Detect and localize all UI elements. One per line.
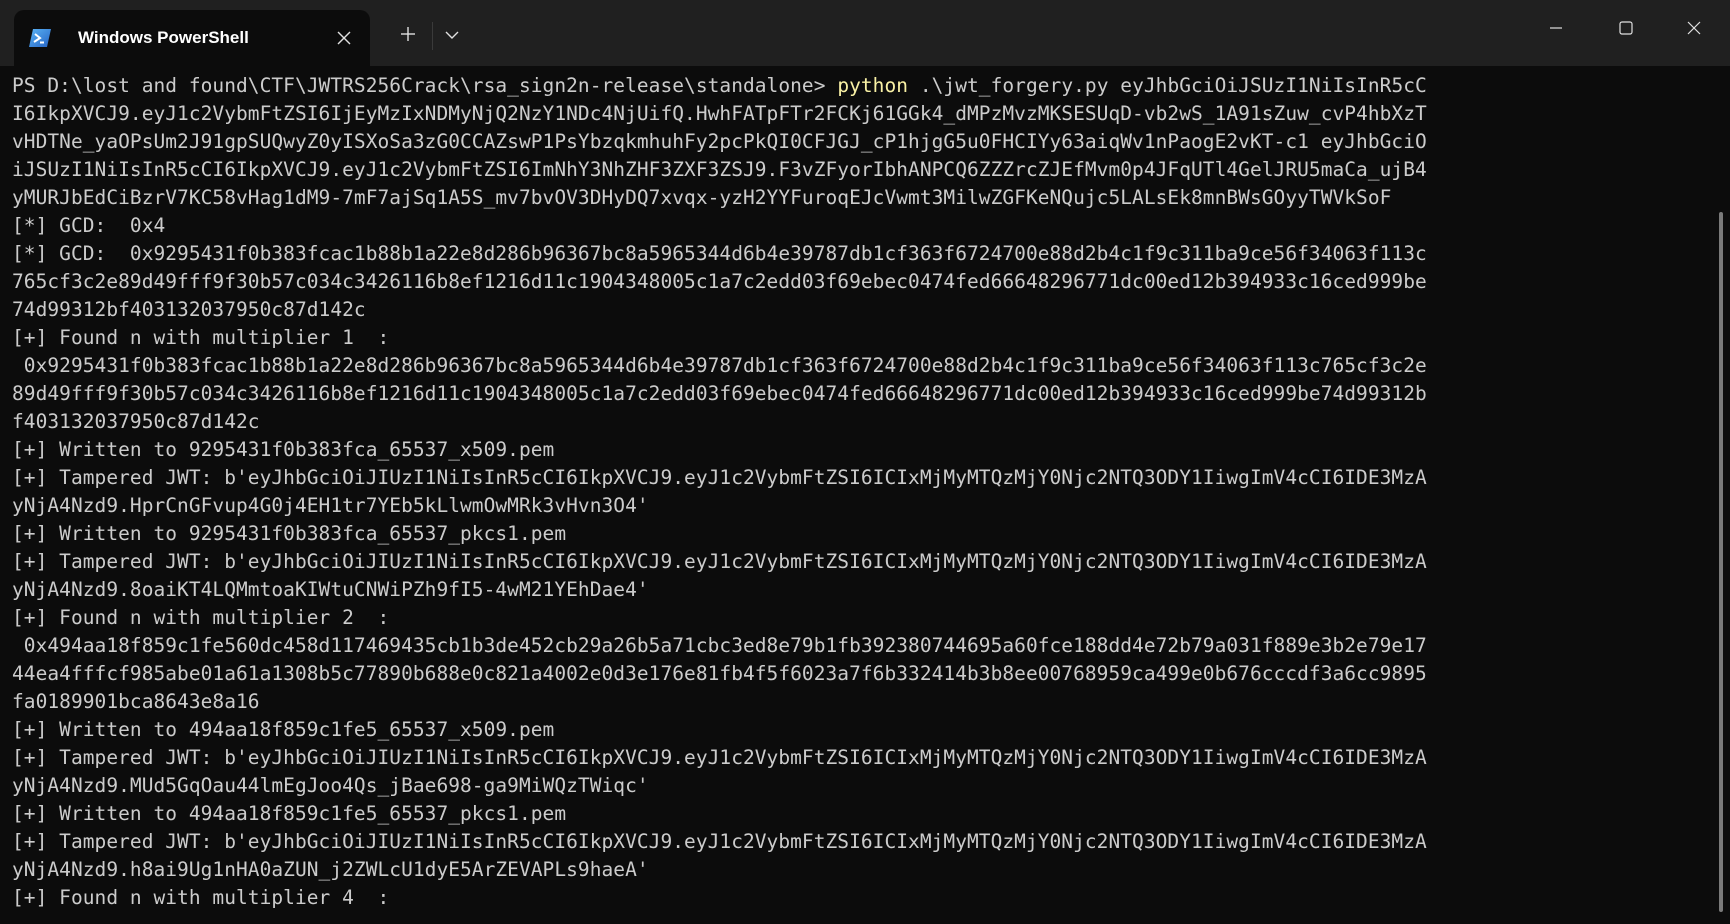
command-name: python bbox=[837, 74, 909, 97]
prompt: PS D:\lost and found\CTF\JWTRS256Crack\r… bbox=[12, 74, 838, 97]
output-line: yNjA4Nzd9.HprCnGFvup4G0j4EH1tr7YEb5kLlwm… bbox=[12, 494, 649, 517]
output-line: [+] Written to 9295431f0b383fca_65537_pk… bbox=[12, 522, 567, 545]
output-line: [*] GCD: 0x4 bbox=[12, 214, 166, 237]
output-line: [+] Tampered JWT: b'eyJhbGciOiJIUzI1NiIs… bbox=[12, 466, 1427, 489]
output-line: [+] Written to 494aa18f859c1fe5_65537_x5… bbox=[12, 718, 555, 741]
output-line: yNjA4Nzd9.h8ai9Ug1nHA0aZUN_j2ZWLcU1dyE5A… bbox=[12, 858, 649, 881]
new-tab-button[interactable] bbox=[392, 20, 424, 52]
close-icon[interactable] bbox=[332, 26, 356, 50]
profile-dropdown-button[interactable] bbox=[436, 20, 468, 52]
prompt-line: PS D:\lost and found\CTF\JWTRS256Crack\r… bbox=[12, 72, 1700, 100]
output-line: I6IkpXVCJ9.eyJ1c2VybmFtZSI6IjEyMzIxNDMyN… bbox=[12, 102, 1427, 125]
output-line: yNjA4Nzd9.MUd5GqOau44lmEgJoo4Qs_jBae698-… bbox=[12, 774, 649, 797]
terminal-window: Windows PowerShell PS D:\lost and found\… bbox=[0, 0, 1730, 924]
terminal-output[interactable]: PS D:\lost and found\CTF\JWTRS256Crack\r… bbox=[12, 72, 1700, 924]
close-icon bbox=[1687, 21, 1701, 40]
command-args: .\jwt_forgery.py eyJhbGciOiJSUzI1NiIsInR… bbox=[908, 74, 1427, 97]
output-line: [+] Found n with multiplier 1 : bbox=[12, 326, 390, 349]
output-line: [+] Tampered JWT: b'eyJhbGciOiJIUzI1NiIs… bbox=[12, 550, 1427, 573]
title-bar: Windows PowerShell bbox=[0, 0, 1730, 66]
output-line: vHDTNe_yaOPsUm2J91gpSUQwyZ0yISXoSa3zG0CC… bbox=[12, 130, 1427, 153]
output-line: 44ea4fffcf985abe01a61a1308b5c77890b688e0… bbox=[12, 662, 1427, 685]
powershell-icon bbox=[28, 26, 52, 50]
output-line: 765cf3c2e89d49fff9f30b57c034c3426116b8ef… bbox=[12, 270, 1427, 293]
output-line: fa0189901bca8643e8a16 bbox=[12, 690, 260, 713]
output-line: 89d49fff9f30b57c034c3426116b8ef1216d11c1… bbox=[12, 382, 1427, 405]
close-window-button[interactable] bbox=[1670, 8, 1718, 52]
output-line: f403132037950c87d142c bbox=[12, 410, 260, 433]
minimize-icon bbox=[1549, 21, 1563, 40]
output-line: [+] Found n with multiplier 2 : bbox=[12, 606, 390, 629]
output-line: [+] Written to 494aa18f859c1fe5_65537_pk… bbox=[12, 802, 567, 825]
output-line: 0x494aa18f859c1fe560dc458d117469435cb1b3… bbox=[12, 634, 1427, 657]
output-line: [*] GCD: 0x9295431f0b383fcac1b88b1a22e8d… bbox=[12, 242, 1427, 265]
output-line: [+] Found n with multiplier 4 : bbox=[12, 886, 390, 909]
vertical-scrollbar[interactable] bbox=[1718, 72, 1726, 924]
scrollbar-thumb[interactable] bbox=[1719, 212, 1723, 912]
output-line: [+] Tampered JWT: b'eyJhbGciOiJIUzI1NiIs… bbox=[12, 830, 1427, 853]
chevron-down-icon bbox=[445, 27, 459, 45]
maximize-button[interactable] bbox=[1602, 8, 1650, 52]
output-line: [+] Tampered JWT: b'eyJhbGciOiJIUzI1NiIs… bbox=[12, 746, 1427, 769]
tab-title: Windows PowerShell bbox=[78, 28, 249, 47]
output-line: 0x9295431f0b383fcac1b88b1a22e8d286b96367… bbox=[12, 354, 1427, 377]
output-line: 74d99312bf403132037950c87d142c bbox=[12, 298, 366, 321]
output-line: yNjA4Nzd9.8oaiKT4LQMmtoaKIWtuCNWiPZh9fI5… bbox=[12, 578, 649, 601]
minimize-button[interactable] bbox=[1532, 8, 1580, 52]
tab-separator bbox=[432, 22, 433, 50]
maximize-icon bbox=[1619, 20, 1633, 40]
plus-icon bbox=[400, 26, 416, 47]
output-line: iJSUzI1NiIsInR5cCI6IkpXVCJ9.eyJ1c2VybmFt… bbox=[12, 158, 1427, 181]
output-line: [+] Written to 9295431f0b383fca_65537_x5… bbox=[12, 438, 555, 461]
output-line: yMURJbEdCiBzrV7KC58vHag1dM9-7mF7ajSq1A5S… bbox=[12, 186, 1392, 209]
tab-windows-powershell[interactable]: Windows PowerShell bbox=[14, 10, 370, 66]
